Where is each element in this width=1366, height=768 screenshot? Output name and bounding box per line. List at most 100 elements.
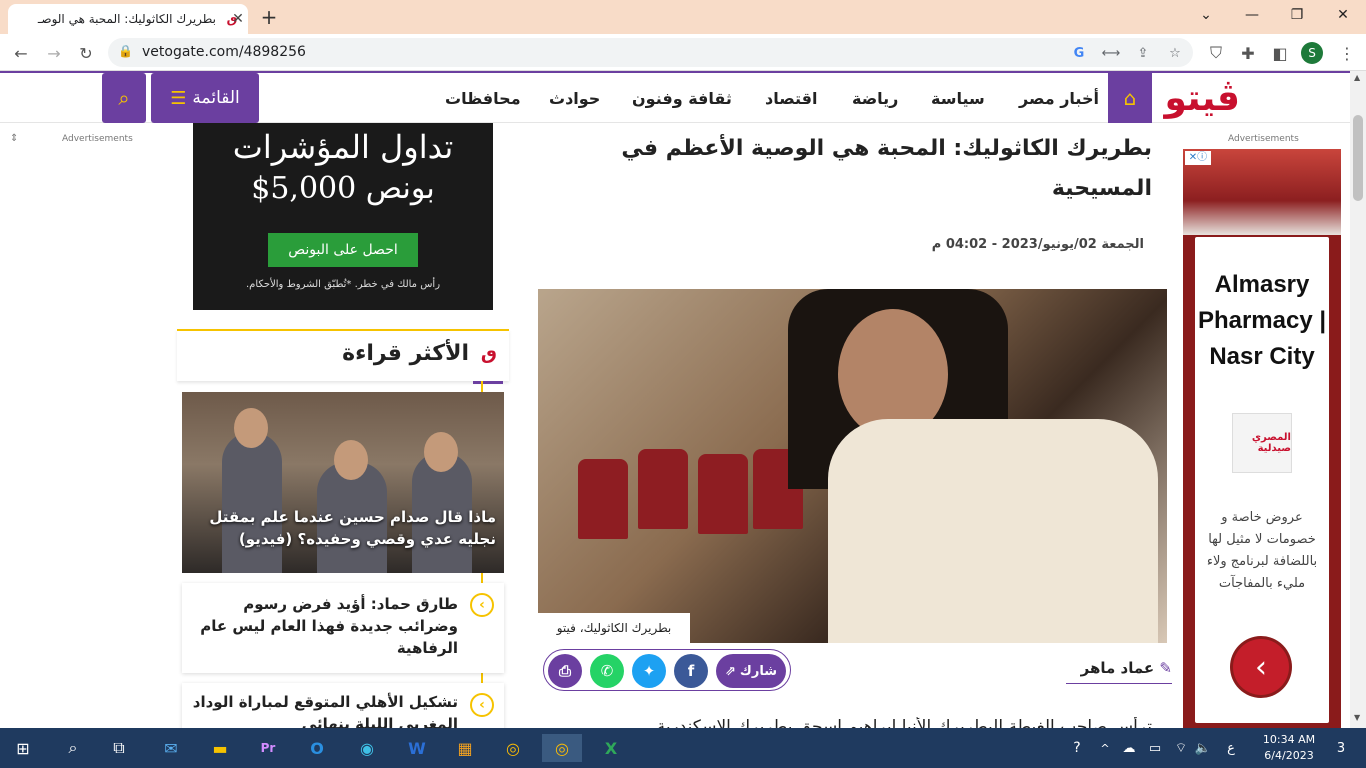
share-page-icon[interactable]: ⇪: [1133, 43, 1153, 63]
system-clock[interactable]: 10:34 AM 6/4/2023: [1256, 732, 1322, 764]
extensions-puzzle-icon[interactable]: ✚: [1235, 40, 1261, 66]
scrollbar-thumb[interactable]: [1353, 115, 1363, 201]
language-indicator[interactable]: ع: [1216, 734, 1246, 762]
mail-icon[interactable]: ✉: [156, 734, 186, 762]
author-label: عماد ماهر: [1080, 659, 1155, 677]
head-shape: [234, 408, 268, 448]
browser-menu-icon[interactable]: ⋮: [1334, 40, 1360, 66]
search-icon[interactable]: ⌕: [102, 73, 146, 123]
facebook-icon[interactable]: f: [674, 654, 708, 688]
file-explorer-icon[interactable]: ▬: [205, 734, 235, 762]
most-read-item[interactable]: ‹ طارق حماد: أؤيد فرض رسوم وضرائب جديدة …: [182, 583, 504, 673]
article-title: بطريرك الكاثوليك: المحبة هي الوصية الأعظ…: [621, 136, 1152, 201]
share-bar: ⎙ ✆ ✦ f شارك ⇗: [543, 649, 791, 691]
ad-open-arrow-button[interactable]: ‹: [1233, 639, 1289, 695]
shield-extension-icon[interactable]: ⛉: [1203, 40, 1229, 66]
word-icon[interactable]: W: [402, 734, 432, 762]
outlook-icon[interactable]: O: [302, 734, 332, 762]
restore-button[interactable]: ❐: [1282, 4, 1312, 26]
chrome-icon[interactable]: ◎: [498, 734, 528, 762]
whatsapp-icon[interactable]: ✆: [590, 654, 624, 688]
page-scrollbar[interactable]: ▲ ▼: [1350, 71, 1366, 728]
nav-item-governorates[interactable]: محافظات: [445, 89, 521, 108]
title-underline: [473, 381, 503, 384]
nav-item-sports[interactable]: رياضة: [852, 89, 898, 108]
ad-label: Advertisements: [62, 134, 133, 144]
site-logo[interactable]: ڤيتو: [1155, 79, 1240, 119]
excel-icon[interactable]: X: [596, 734, 626, 762]
home-icon[interactable]: ⌂: [1108, 73, 1152, 123]
chevron-left-icon: ‹: [470, 593, 494, 617]
browser-tab[interactable]: ٯ بطريرك الكاثوليك: المحبة هي الوصـ ✕: [8, 4, 248, 34]
tab-search-icon[interactable]: ⌄: [1191, 4, 1221, 26]
reload-icon[interactable]: ↻: [73, 40, 99, 66]
close-window-button[interactable]: ✕: [1328, 4, 1358, 26]
side-panel-icon[interactable]: ◧: [1267, 40, 1293, 66]
site-navbar: ڤيتو ⌂ أخبار مصر سياسة رياضة اقتصاد ثقاف…: [0, 71, 1350, 123]
edge-icon[interactable]: ◉: [352, 734, 382, 762]
get-bonus-button[interactable]: احصل على البونص: [268, 233, 418, 267]
address-bar[interactable]: 🔒 vetogate.com/4898256 G ⟷ ⇪ ☆: [108, 38, 1193, 67]
menu-button[interactable]: ☰ القائمة: [151, 73, 259, 123]
translate-icon[interactable]: ⟷: [1101, 43, 1121, 63]
notifications-icon[interactable]: 3: [1326, 734, 1356, 762]
most-read-featured[interactable]: ماذا قال صدام حسين عندما علم بمقتل نجليه…: [182, 392, 504, 573]
minimize-button[interactable]: —: [1237, 4, 1267, 26]
menu-label: القائمة: [192, 88, 240, 108]
most-read-item[interactable]: ‹ تشكيل الأهلي المتوقع لمباراة الوداد ال…: [182, 683, 504, 728]
ad-label: Advertisements: [1228, 134, 1299, 144]
person-shape: [222, 432, 282, 573]
image-caption: بطريرك الكاثوليك، فيتو: [538, 613, 690, 643]
most-read-item-text[interactable]: طارق حماد: أؤيد فرض رسوم وضرائب جديدة فه…: [190, 593, 458, 659]
tab-title: بطريرك الكاثوليك: المحبة هي الوصـ: [37, 12, 216, 26]
site-mark-icon: ٯ: [480, 343, 497, 364]
most-read-title: الأكثر قراءة: [342, 341, 469, 366]
premiere-icon[interactable]: Pr: [253, 734, 283, 762]
nav-item-egypt-news[interactable]: أخبار مصر: [1019, 89, 1099, 108]
search-icon[interactable]: ⌕: [58, 734, 88, 762]
featured-headline[interactable]: ماذا قال صدام حسين عندما علم بمقتل نجليه…: [190, 506, 496, 550]
article-date: الجمعة 02/يونيو/2023 - 04:02 م: [931, 237, 1144, 252]
print-icon[interactable]: ⎙: [548, 654, 582, 688]
new-tab-button[interactable]: +: [258, 5, 280, 29]
twitter-icon[interactable]: ✦: [632, 654, 666, 688]
web-page: ڤيتو ⌂ أخبار مصر سياسة رياضة اقتصاد ثقاف…: [0, 71, 1350, 728]
scroll-down-icon[interactable]: ▼: [1354, 713, 1360, 722]
adchoices-icon[interactable]: ✕ⓘ: [1185, 151, 1211, 165]
hamburger-icon: ☰: [170, 87, 187, 109]
share-label: شارك: [739, 663, 777, 679]
trading-ad-headline: تداول المؤشرات: [232, 128, 454, 166]
most-read-header: الأكثر قراءة ٯ: [177, 329, 509, 384]
collapse-ad-icon[interactable]: ⇕: [10, 133, 18, 144]
article-image: [538, 289, 1167, 643]
most-read-item-text[interactable]: تشكيل الأهلي المتوقع لمباراة الوداد المغ…: [190, 691, 458, 728]
volume-icon[interactable]: 🔈: [1188, 734, 1218, 762]
share-button[interactable]: شارك ⇗: [716, 654, 786, 688]
bookmark-star-icon[interactable]: ☆: [1165, 43, 1185, 63]
browser-toolbar: ← → ↻ 🔒 vetogate.com/4898256 G ⟷ ⇪ ☆ ⛉ ✚…: [0, 34, 1366, 71]
nav-item-accidents[interactable]: حوادث: [549, 89, 600, 108]
chrome-profile-icon[interactable]: ◎: [542, 734, 582, 762]
store-icon[interactable]: ▦: [450, 734, 480, 762]
task-view-icon[interactable]: ⧉: [104, 734, 134, 762]
windows-start-icon[interactable]: ⊞: [8, 734, 38, 762]
help-icon[interactable]: ?: [1062, 734, 1092, 762]
nav-item-politics[interactable]: سياسة: [931, 89, 985, 108]
clock-time: 10:34 AM: [1262, 733, 1316, 746]
trading-ad-bonus: بونص 5,000$: [251, 171, 435, 206]
google-icon[interactable]: G: [1069, 43, 1089, 63]
nav-item-economy[interactable]: اقتصاد: [765, 89, 817, 108]
pharmacy-ad[interactable]: ✕ⓘ Almasry Pharmacy | Nasr City المصري ص…: [1183, 149, 1341, 728]
nav-item-culture-arts[interactable]: ثقافة وفنون: [632, 89, 732, 108]
scroll-up-icon[interactable]: ▲: [1354, 73, 1360, 82]
forward-icon[interactable]: →: [41, 40, 67, 66]
author-name[interactable]: ✎ عماد ماهر: [1066, 659, 1172, 684]
url-text[interactable]: vetogate.com/4898256: [142, 44, 306, 60]
pen-icon: ✎: [1159, 659, 1172, 677]
lock-icon[interactable]: 🔒: [118, 44, 133, 58]
back-icon[interactable]: ←: [8, 40, 34, 66]
chair-shape: [698, 454, 748, 534]
close-tab-icon[interactable]: ✕: [229, 10, 247, 28]
profile-avatar[interactable]: S: [1301, 42, 1323, 64]
trading-ad[interactable]: تداول المؤشرات بونص 5,000$ احصل على البو…: [193, 123, 493, 310]
